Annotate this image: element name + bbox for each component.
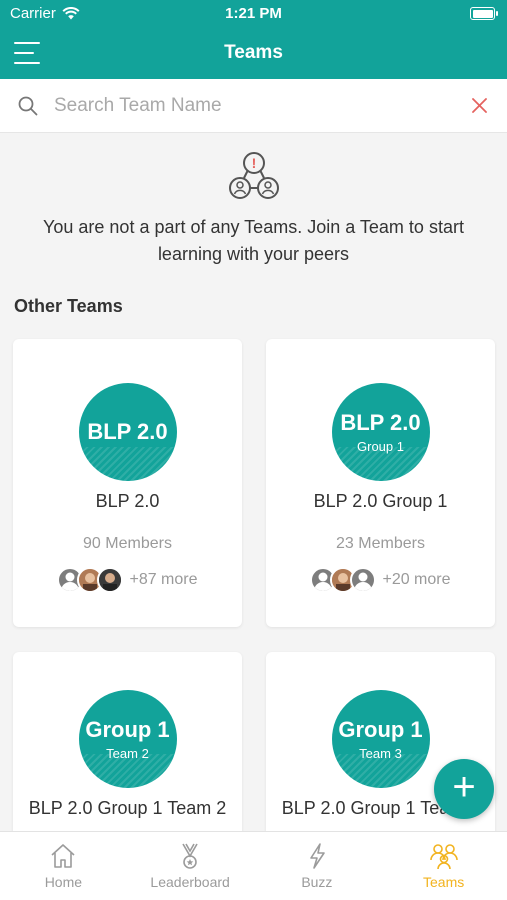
tab-home[interactable]: Home bbox=[0, 832, 127, 900]
avatar bbox=[350, 567, 377, 593]
team-logo: BLP 2.0 Group 1 bbox=[331, 383, 430, 481]
team-card[interactable]: Group 1 Team 2 BLP 2.0 Group 1 Team 2 bbox=[13, 652, 242, 852]
member-count: 90 Members bbox=[83, 535, 172, 552]
no-team-message: You are not a part of any Teams. Join a … bbox=[43, 217, 464, 264]
team-logo: BLP 2.0 bbox=[78, 383, 177, 481]
member-count: 23 Members bbox=[336, 535, 425, 552]
team-logo-subtitle: Group 1 bbox=[357, 439, 404, 454]
clear-search-icon[interactable] bbox=[472, 98, 487, 113]
svg-text:!: ! bbox=[251, 155, 256, 171]
status-time: 1:21 PM bbox=[225, 5, 282, 22]
lightning-icon bbox=[310, 843, 325, 869]
avatar bbox=[97, 567, 124, 593]
no-team-notice: ! You are not a part of any Teams. Join … bbox=[0, 150, 507, 268]
member-avatars: +87 more bbox=[13, 567, 242, 593]
tab-label: Buzz bbox=[301, 874, 333, 890]
team-logo-title: BLP 2.0 bbox=[87, 419, 168, 444]
tab-bar: Home Leaderboard Buzz Teams bbox=[0, 831, 507, 900]
team-logo-title: BLP 2.0 bbox=[340, 410, 421, 435]
medal-icon bbox=[182, 843, 198, 869]
team-logo-subtitle: Team 2 bbox=[106, 746, 149, 761]
team-card[interactable]: BLP 2.0 Group 1 BLP 2.0 Group 1 23 Membe… bbox=[266, 339, 495, 627]
team-name: BLP 2.0 Group 1 bbox=[313, 491, 448, 511]
team-card[interactable]: BLP 2.0 BLP 2.0 90 Members +87 more bbox=[13, 339, 242, 627]
tab-leaderboard[interactable]: Leaderboard bbox=[127, 832, 254, 900]
member-avatars: +20 more bbox=[266, 567, 495, 593]
search-icon bbox=[18, 96, 38, 116]
tab-label: Home bbox=[44, 874, 83, 890]
team-logo-title: Group 1 bbox=[85, 717, 170, 742]
team-alert-icon: ! bbox=[228, 152, 279, 199]
tab-buzz[interactable]: Buzz bbox=[254, 832, 381, 900]
other-teams-heading: Other Teams bbox=[14, 296, 123, 316]
tab-label: Teams bbox=[423, 874, 465, 890]
teams-icon bbox=[429, 844, 458, 870]
tab-label: Leaderboard bbox=[150, 874, 230, 890]
search-input[interactable] bbox=[54, 91, 454, 121]
home-icon bbox=[51, 844, 75, 868]
team-name: BLP 2.0 bbox=[95, 491, 160, 511]
nav-bar: Teams bbox=[0, 28, 507, 79]
add-team-button[interactable]: + bbox=[434, 759, 494, 819]
team-logo-title: Group 1 bbox=[338, 717, 423, 742]
team-logo: Group 1 Team 2 bbox=[78, 690, 177, 788]
team-logo-subtitle: Team 3 bbox=[359, 746, 402, 761]
team-card[interactable]: Group 1 Team 3 BLP 2.0 Group 1 Team 3 bbox=[266, 652, 495, 852]
status-bar: Carrier 1:21 PM bbox=[0, 0, 507, 28]
battery-icon bbox=[470, 7, 498, 20]
team-name: BLP 2.0 Group 1 Team 2 bbox=[28, 798, 227, 818]
tab-teams[interactable]: Teams bbox=[380, 832, 507, 900]
more-members: +20 more bbox=[382, 571, 451, 588]
search-bar bbox=[0, 79, 507, 133]
page-title: Teams bbox=[224, 42, 283, 63]
more-members: +87 more bbox=[129, 571, 198, 588]
team-logo: Group 1 Team 3 bbox=[331, 690, 430, 788]
